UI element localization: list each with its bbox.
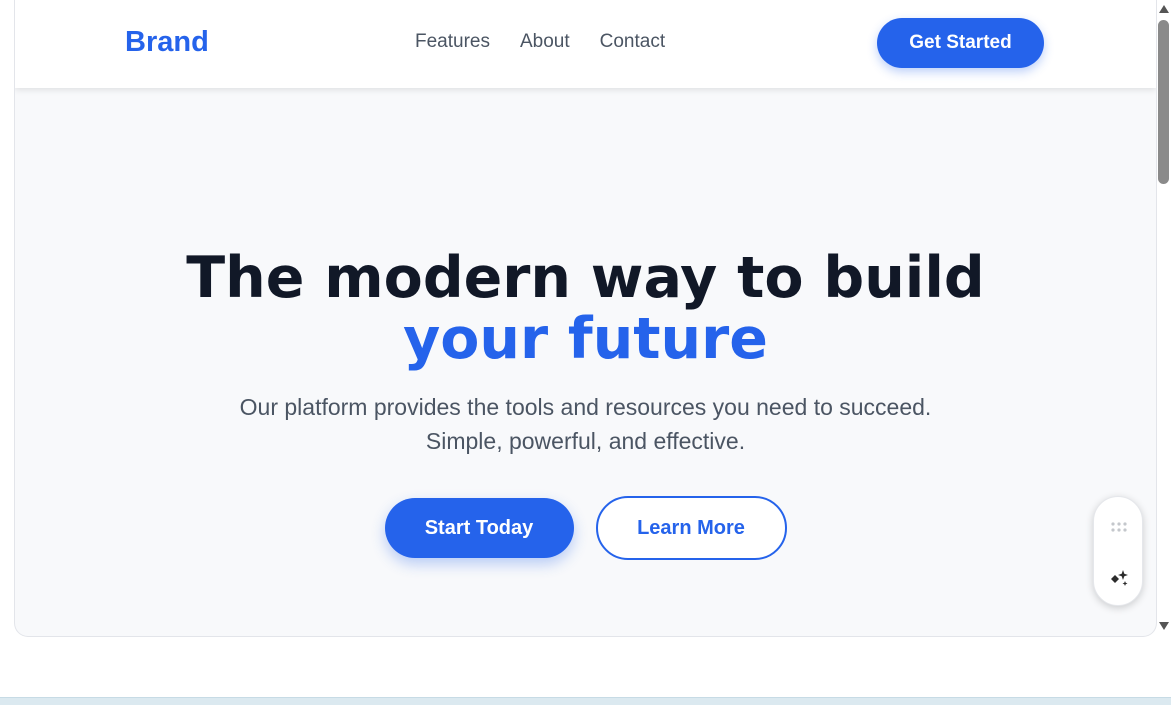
brand-logo[interactable]: Brand: [125, 26, 209, 59]
nav-link-contact[interactable]: Contact: [600, 31, 665, 53]
hero-subtitle: Our platform provides the tools and reso…: [15, 390, 1156, 458]
sparkle-icon[interactable]: [1108, 567, 1130, 589]
hero-title: The modern way to build your future: [15, 248, 1156, 370]
start-today-button[interactable]: Start Today: [384, 498, 574, 558]
get-started-button[interactable]: Get Started: [877, 18, 1044, 68]
page-frame: Brand Features About Contact Get Started…: [14, 0, 1157, 637]
floating-assistant-widget: [1093, 496, 1143, 606]
hero-subtitle-line2: Simple, powerful, and effective.: [425, 428, 746, 454]
drag-handle-icon[interactable]: [1110, 521, 1128, 533]
learn-more-button[interactable]: Learn More: [595, 496, 787, 560]
hero-section: The modern way to build your future Our …: [15, 88, 1156, 636]
hero-title-accent: your future: [403, 306, 768, 372]
scroll-up-arrow-icon[interactable]: [1159, 5, 1169, 13]
browser-viewport: Brand Features About Contact Get Started…: [0, 0, 1171, 705]
navbar: Brand Features About Contact Get Started: [15, 0, 1156, 88]
nav-link-about[interactable]: About: [520, 31, 570, 53]
nav-link-features[interactable]: Features: [415, 31, 490, 53]
hero-title-line1: The modern way to build: [186, 245, 985, 311]
scroll-down-arrow-icon[interactable]: [1159, 622, 1169, 630]
hero-buttons: Start Today Learn More: [15, 496, 1156, 560]
bottom-strip: [0, 697, 1171, 705]
scroll-thumb[interactable]: [1158, 20, 1169, 184]
vertical-scrollbar[interactable]: [1157, 0, 1171, 637]
hero-subtitle-line1: Our platform provides the tools and reso…: [239, 394, 932, 420]
nav-links: Features About Contact: [415, 31, 665, 53]
